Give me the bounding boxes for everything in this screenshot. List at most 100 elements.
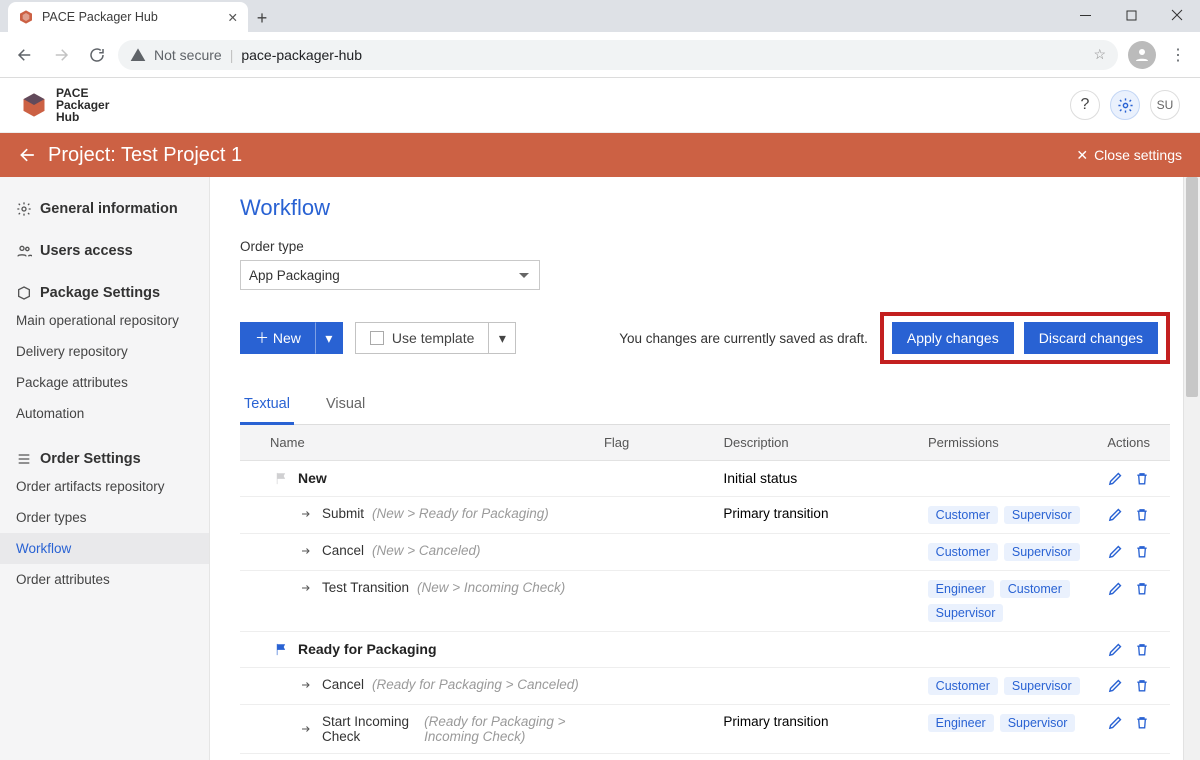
transition-path: (New > Incoming Check) <box>417 580 565 595</box>
close-settings-button[interactable]: ✕ Close settings <box>1076 147 1182 164</box>
logo-text: PACEPackagerHub <box>56 87 109 123</box>
order-type-select[interactable]: App Packaging <box>240 260 540 290</box>
delete-button[interactable] <box>1134 506 1150 523</box>
edit-button[interactable] <box>1107 543 1124 560</box>
chrome-menu-button[interactable]: ⋮ <box>1166 45 1190 65</box>
use-template-button[interactable]: Use template ▾ <box>355 322 516 354</box>
transition-name: Cancel <box>322 543 364 558</box>
reload-button[interactable] <box>82 40 112 70</box>
profile-button[interactable] <box>1128 41 1156 69</box>
edit-button[interactable] <box>1107 580 1124 597</box>
app-logo[interactable]: PACEPackagerHub <box>20 87 109 123</box>
browser-tab[interactable]: PACE Packager Hub ✕ <box>8 2 248 32</box>
settings-button[interactable] <box>1110 90 1140 120</box>
permission-chip[interactable]: Supervisor <box>928 604 1004 622</box>
edit-button[interactable] <box>1107 677 1124 694</box>
delete-button[interactable] <box>1134 543 1150 560</box>
apply-changes-button[interactable]: Apply changes <box>892 322 1014 354</box>
scrollbar[interactable] <box>1183 177 1200 760</box>
permission-chip[interactable]: Customer <box>1000 580 1070 598</box>
sidebar-item-delivery-repo[interactable]: Delivery repository <box>0 336 209 367</box>
arrow-icon <box>298 723 314 735</box>
transition-name: Cancel <box>322 677 364 692</box>
transition-desc: Primary transition <box>723 714 927 729</box>
cube-icon <box>16 285 32 301</box>
sidebar-section-general[interactable]: General information <box>0 191 209 221</box>
user-badge[interactable]: SU <box>1150 90 1180 120</box>
chevron-down-icon: ▾ <box>325 330 332 347</box>
checkbox-icon <box>370 331 384 345</box>
sidebar-item-order-types[interactable]: Order types <box>0 502 209 533</box>
sidebar-item-workflow[interactable]: Workflow <box>0 533 209 564</box>
sidebar-section-order[interactable]: Order Settings <box>0 441 209 471</box>
bookmark-icon[interactable]: ☆ <box>1093 46 1106 63</box>
sidebar-item-automation[interactable]: Automation <box>0 398 209 429</box>
edit-button[interactable] <box>1107 641 1124 658</box>
tab-visual[interactable]: Visual <box>322 386 369 424</box>
page-title: Workflow <box>240 195 1170 221</box>
sidebar-item-package-attrs[interactable]: Package attributes <box>0 367 209 398</box>
permission-chip[interactable]: Supervisor <box>1004 543 1080 561</box>
new-dropdown[interactable]: ▾ <box>315 322 343 354</box>
sidebar-section-package[interactable]: Package Settings <box>0 275 209 305</box>
permission-chip[interactable]: Supervisor <box>1004 506 1080 524</box>
scrollbar-thumb[interactable] <box>1186 177 1198 397</box>
transition-path: (New > Canceled) <box>372 543 480 558</box>
use-template-dropdown[interactable]: ▾ <box>488 322 516 354</box>
permission-chip[interactable]: Customer <box>928 677 998 695</box>
permission-chip[interactable]: Customer <box>928 506 998 524</box>
transition-row: Cancel (New > Canceled) Customer Supervis… <box>240 534 1170 571</box>
back-arrow-icon[interactable] <box>18 145 38 165</box>
transition-path: (Ready for Packaging > Incoming Check) <box>424 714 604 744</box>
back-button[interactable] <box>10 40 40 70</box>
permission-chip[interactable]: Engineer <box>928 714 994 732</box>
transition-name: Test Transition <box>322 580 409 595</box>
forward-button[interactable] <box>46 40 76 70</box>
tab-textual[interactable]: Textual <box>240 386 294 425</box>
status-desc: Initial status <box>723 470 927 486</box>
col-actions: Actions <box>1107 435 1170 450</box>
sidebar-section-users[interactable]: Users access <box>0 233 209 263</box>
sidebar: General information Users access Package… <box>0 177 210 760</box>
transition-name: Start Incoming Check <box>322 714 416 744</box>
edit-button[interactable] <box>1107 470 1124 487</box>
tab-close-icon[interactable]: ✕ <box>228 10 238 25</box>
apply-discard-highlight: Apply changes Discard changes <box>880 312 1170 364</box>
minimize-button[interactable] <box>1062 0 1108 30</box>
arrow-icon <box>298 582 314 594</box>
delete-button[interactable] <box>1134 714 1150 731</box>
permission-chip[interactable]: Supervisor <box>1004 677 1080 695</box>
tab-title: PACE Packager Hub <box>42 10 158 24</box>
gear-icon <box>16 201 32 217</box>
order-type-label: Order type <box>240 239 1170 254</box>
delete-button[interactable] <box>1134 580 1150 597</box>
transition-row: Cancel (Ready for Packaging > Canceled) … <box>240 668 1170 705</box>
close-window-button[interactable] <box>1154 0 1200 30</box>
maximize-button[interactable] <box>1108 0 1154 30</box>
sidebar-item-order-attrs[interactable]: Order attributes <box>0 564 209 595</box>
delete-button[interactable] <box>1134 677 1150 694</box>
delete-button[interactable] <box>1134 470 1150 487</box>
browser-titlebar: PACE Packager Hub ✕ + <box>0 0 1200 32</box>
col-perm: Permissions <box>928 435 1107 450</box>
sidebar-item-main-repo[interactable]: Main operational repository <box>0 305 209 336</box>
permission-chip[interactable]: Engineer <box>928 580 994 598</box>
table-header: Name Flag Description Permissions Action… <box>240 425 1170 461</box>
new-tab-button[interactable]: + <box>248 4 276 32</box>
help-button[interactable]: ? <box>1070 90 1100 120</box>
transition-row: Start Incoming Check (Ready for Packagin… <box>240 705 1170 754</box>
transition-row: Test Transition (New > Incoming Check) E… <box>240 571 1170 632</box>
discard-changes-button[interactable]: Discard changes <box>1024 322 1158 354</box>
new-button[interactable]: ＋ New ▾ <box>240 322 343 354</box>
permission-chip[interactable]: Supervisor <box>1000 714 1076 732</box>
edit-button[interactable] <box>1107 506 1124 523</box>
list-icon <box>16 451 32 467</box>
delete-button[interactable] <box>1134 641 1150 658</box>
draft-message: You changes are currently saved as draft… <box>619 331 868 346</box>
transition-desc: Primary transition <box>723 506 927 521</box>
address-bar[interactable]: Not secure | pace-packager-hub ☆ <box>118 40 1118 70</box>
permission-chip[interactable]: Customer <box>928 543 998 561</box>
project-title: Project: Test Project 1 <box>48 144 242 167</box>
edit-button[interactable] <box>1107 714 1124 731</box>
sidebar-item-order-artifacts[interactable]: Order artifacts repository <box>0 471 209 502</box>
